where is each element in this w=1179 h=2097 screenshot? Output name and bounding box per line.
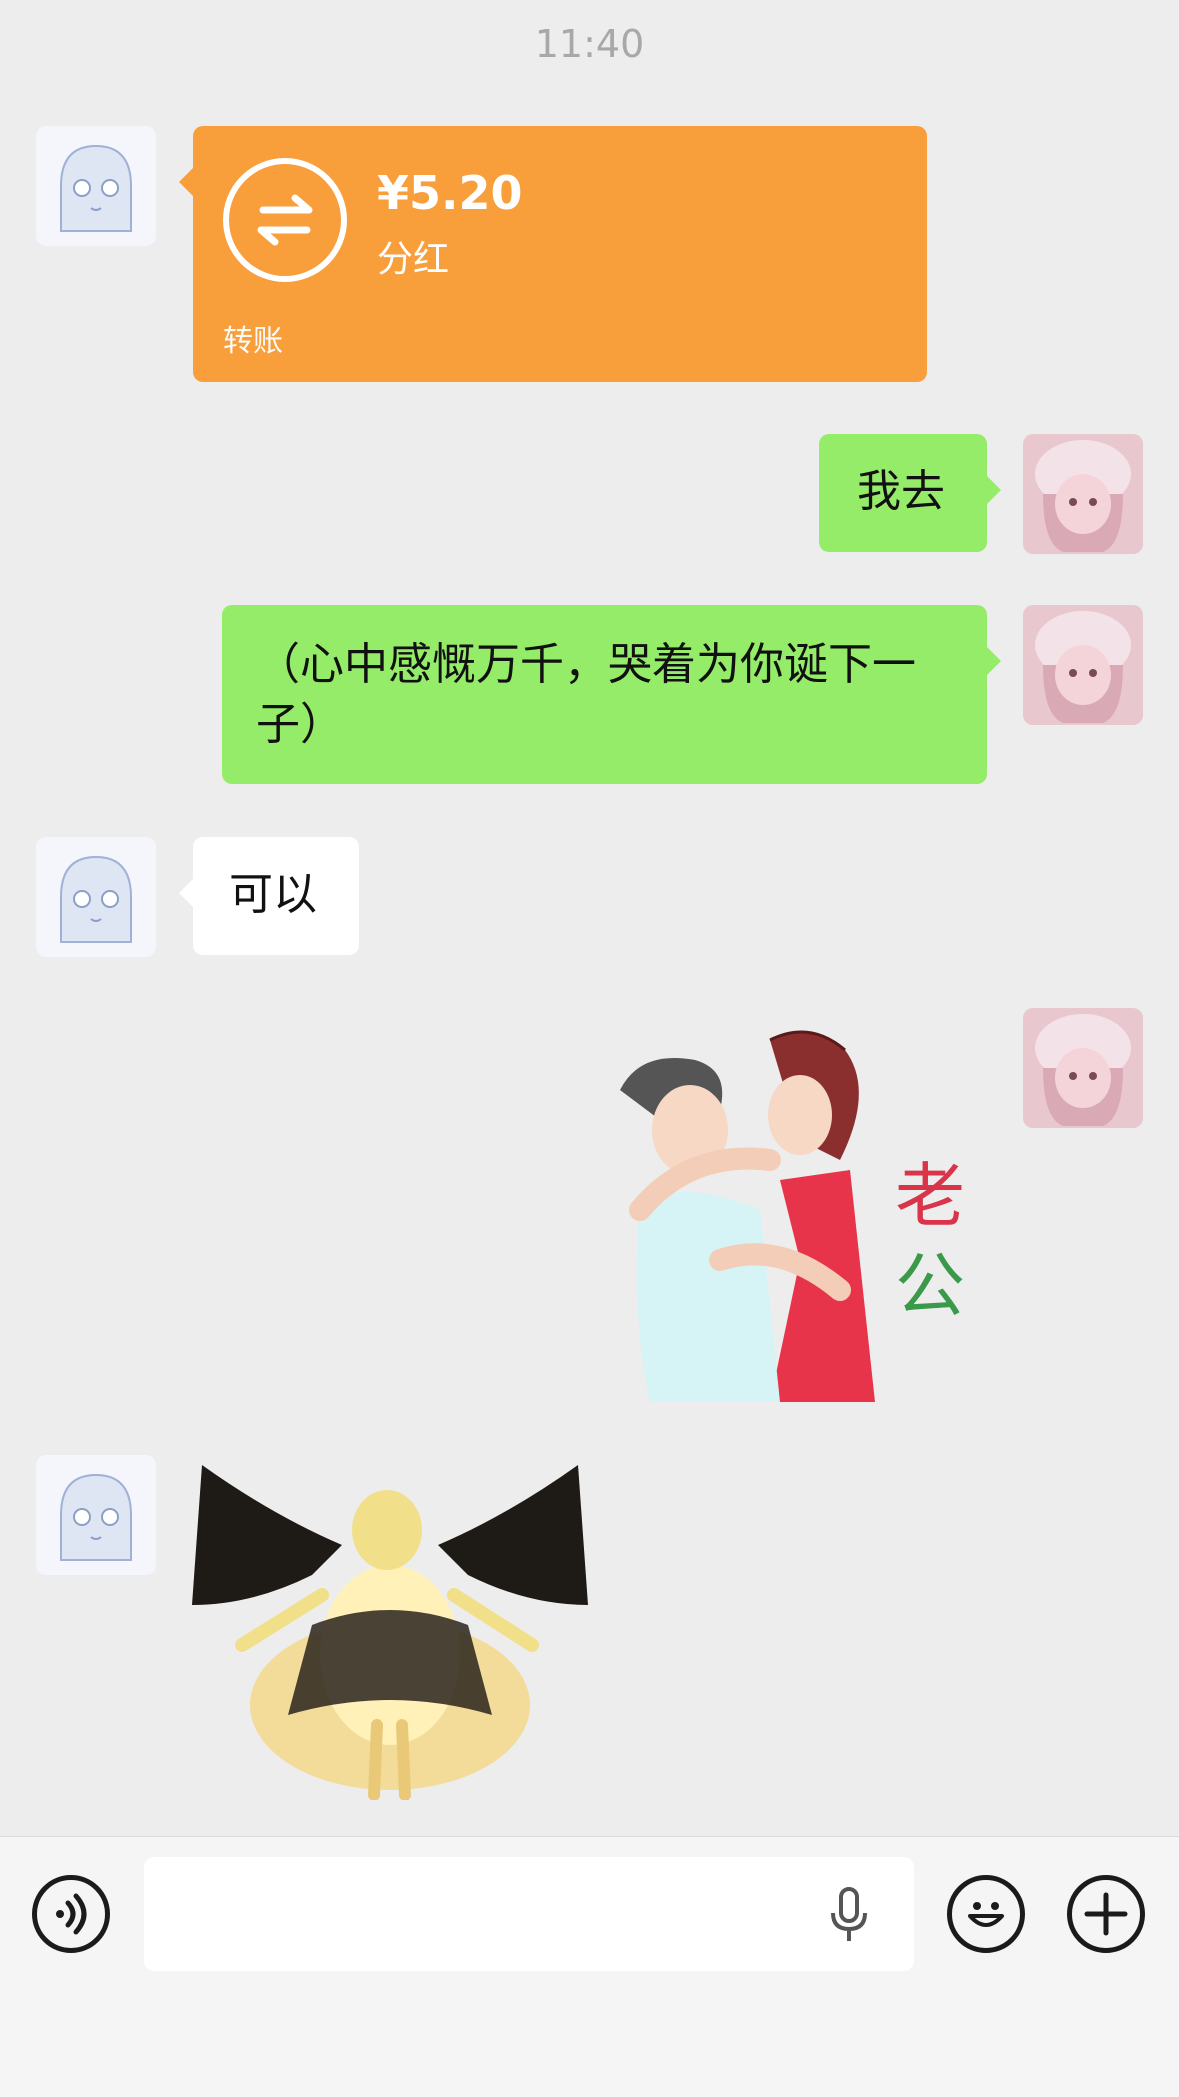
sticker-angel[interactable] — [192, 1455, 588, 1801]
transfer-icon — [223, 158, 347, 282]
received-message-bubble[interactable]: 可以 — [179, 837, 359, 955]
avatar-contact[interactable] — [36, 837, 156, 957]
sticker-caption-1: 老 — [895, 1155, 965, 1237]
transfer-type-label: 转账 — [223, 324, 283, 359]
avatar-self[interactable] — [1023, 434, 1143, 554]
emoji-button[interactable] — [947, 1875, 1025, 1953]
transfer-amount: ¥5.20 — [377, 166, 523, 220]
avatar-self[interactable] — [1023, 605, 1143, 725]
avatar-self[interactable] — [1023, 1008, 1143, 1128]
avatar-contact[interactable] — [36, 1455, 156, 1575]
sent-message-bubble-long[interactable]: （心中感慨万千，哭着为你诞下一子） — [222, 605, 1001, 784]
microphone-icon[interactable] — [824, 1885, 874, 1945]
sticker-couple[interactable]: 老 公 — [600, 1010, 990, 1402]
voice-button[interactable] — [32, 1875, 110, 1953]
input-bar — [0, 1836, 1179, 2097]
voice-icon — [56, 1893, 87, 1935]
sent-message-bubble[interactable]: 我去 — [819, 434, 1001, 552]
plus-icon — [1084, 1892, 1128, 1936]
transfer-note: 分红 — [377, 239, 450, 280]
message-input[interactable] — [144, 1857, 914, 1971]
plus-button[interactable] — [1067, 1875, 1145, 1953]
emoji-icon — [968, 1902, 1004, 1927]
message-text: （心中感慨万千，哭着为你诞下一子） — [256, 639, 916, 750]
message-text: 可以 — [229, 869, 317, 920]
message-text: 我去 — [857, 466, 945, 517]
avatar-contact[interactable] — [36, 126, 156, 246]
transfer-message[interactable]: ¥5.20 分红 转账 — [179, 126, 927, 382]
sticker-caption-2: 公 — [895, 1245, 965, 1327]
timestamp: 11:40 — [534, 22, 645, 66]
